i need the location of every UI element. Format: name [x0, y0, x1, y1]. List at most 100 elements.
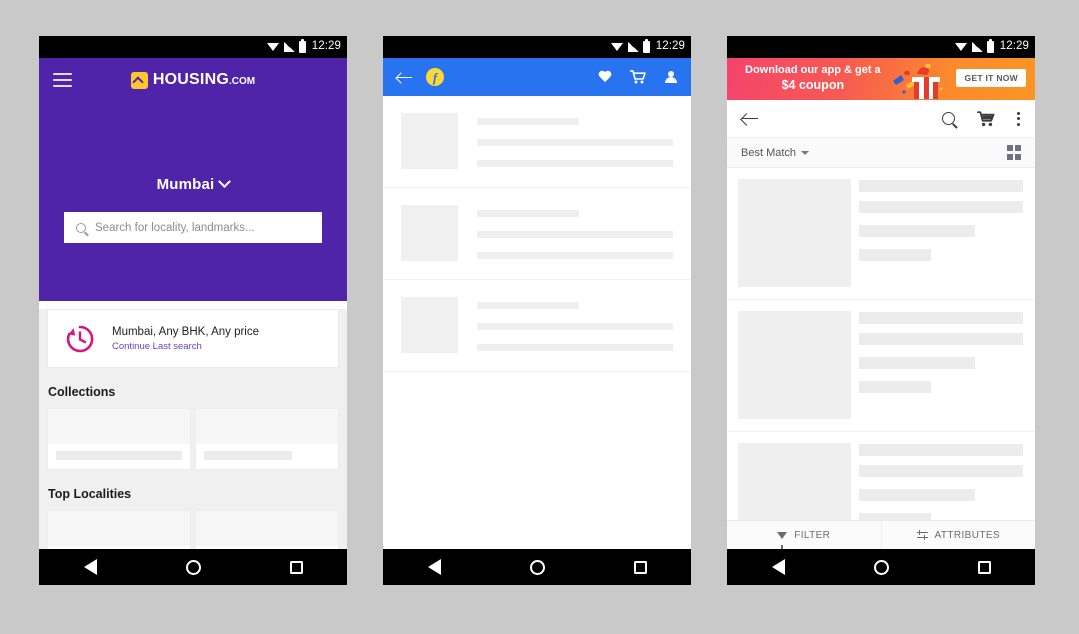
thumbnail-placeholder — [401, 205, 458, 261]
housing-logo: HOUSING.COM — [39, 58, 347, 102]
housing-hero: HOUSING.COM Mumbai Search for locality, … — [39, 58, 347, 301]
app-download-banner[interactable]: Download our app & get a $4 coupon GET I… — [727, 58, 1035, 100]
search-input[interactable]: Search for locality, landmarks... — [64, 212, 322, 243]
list-item[interactable] — [383, 96, 691, 188]
screenshot-stage: 12:29 HOUSING.COM Mumbai Search for loca… — [0, 0, 1079, 634]
chevron-down-icon — [218, 175, 232, 189]
status-bar: 12:29 — [727, 36, 1035, 58]
recent-search-title: Mumbai, Any BHK, Any price — [112, 325, 260, 338]
recents-square-icon[interactable] — [289, 560, 303, 574]
status-bar: 12:29 — [39, 36, 347, 58]
account-person-icon[interactable] — [664, 70, 677, 84]
recents-square-icon[interactable] — [977, 560, 991, 574]
back-arrow-icon[interactable] — [742, 113, 758, 125]
text-placeholder-group — [477, 113, 673, 169]
recent-search-text: Mumbai, Any BHK, Any price Continue Last… — [112, 326, 259, 352]
wifi-icon — [954, 42, 968, 52]
product-skeleton-list — [727, 168, 1035, 564]
housing-content: Mumbai, Any BHK, Any price Continue Last… — [39, 309, 347, 579]
back-triangle-icon[interactable] — [83, 559, 97, 575]
list-item[interactable] — [727, 168, 1035, 300]
attributes-button[interactable]: ATTRIBUTES — [880, 521, 1036, 549]
banner-text: Download our app & get a $4 coupon — [727, 64, 881, 93]
home-circle-icon[interactable] — [873, 559, 889, 575]
text-placeholder-group — [477, 205, 673, 261]
battery-icon — [642, 39, 650, 53]
thumbnail-placeholder — [738, 311, 851, 419]
phone-3-shopping: 12:29 Download our app & get a $4 coupon — [727, 36, 1035, 585]
thumbnail-placeholder — [401, 297, 458, 353]
back-triangle-icon[interactable] — [771, 559, 785, 575]
text-placeholder-group — [859, 311, 1023, 419]
phone-1-housing: 12:29 HOUSING.COM Mumbai Search for loca… — [39, 36, 347, 585]
cart-icon[interactable] — [977, 110, 995, 127]
city-label: Mumbai — [156, 176, 215, 193]
search-icon[interactable] — [942, 112, 955, 125]
signal-icon — [283, 42, 295, 52]
sort-dropdown[interactable]: Best Match — [741, 147, 810, 159]
status-time: 12:29 — [999, 40, 1029, 53]
attributes-sliders-icon — [916, 529, 928, 541]
funnel-icon — [777, 531, 788, 549]
recent-search-card[interactable]: Mumbai, Any BHK, Any price Continue Last… — [47, 309, 339, 368]
city-selector[interactable]: Mumbai — [39, 175, 347, 193]
status-time: 12:29 — [311, 40, 341, 53]
phone-2-flipkart: 12:29 f — [383, 36, 691, 585]
battery-icon — [298, 39, 306, 53]
collection-card[interactable] — [47, 408, 191, 470]
history-clock-icon — [66, 325, 94, 352]
search-icon — [76, 222, 86, 233]
signal-icon — [971, 42, 983, 52]
list-item[interactable] — [383, 188, 691, 280]
section-title-collections: Collections — [48, 385, 116, 399]
flipkart-logo-icon[interactable]: f — [426, 68, 444, 86]
gift-box-icon — [893, 63, 943, 99]
list-item[interactable] — [727, 300, 1035, 432]
app-bar-actions — [942, 110, 1020, 127]
flipkart-app-bar: f — [383, 58, 691, 96]
wifi-icon — [266, 42, 280, 52]
search-placeholder: Search for locality, landmarks... — [95, 221, 255, 234]
recents-square-icon[interactable] — [633, 560, 647, 574]
cart-icon[interactable] — [630, 70, 646, 84]
filter-button[interactable]: FILTER — [727, 521, 881, 549]
section-title-top-localities: Top Localities — [48, 487, 132, 501]
list-item[interactable] — [383, 280, 691, 372]
get-it-now-button[interactable]: GET IT NOW — [956, 69, 1026, 87]
back-arrow-icon[interactable] — [397, 72, 412, 83]
home-circle-icon[interactable] — [529, 559, 545, 575]
text-placeholder-group — [477, 297, 673, 353]
status-bar: 12:29 — [383, 36, 691, 58]
hamburger-menu-icon[interactable] — [53, 73, 72, 87]
continue-last-search-link[interactable]: Continue Last search — [112, 341, 259, 352]
android-nav-bar — [383, 549, 691, 585]
dropdown-caret-icon — [801, 150, 810, 155]
android-nav-bar — [39, 549, 347, 585]
product-skeleton-list — [383, 96, 691, 372]
wishlist-heart-icon[interactable] — [598, 71, 612, 84]
grid-view-icon[interactable] — [1006, 145, 1021, 160]
text-placeholder-group — [859, 179, 1023, 287]
bottom-action-bar: FILTER ATTRIBUTES — [727, 520, 1035, 549]
housing-roof-icon — [130, 71, 148, 89]
android-nav-bar — [727, 549, 1035, 585]
home-circle-icon[interactable] — [185, 559, 201, 575]
collection-card[interactable] — [195, 408, 339, 470]
filter-label: FILTER — [794, 529, 831, 541]
banner-line-1: Download our app & get a — [745, 64, 881, 77]
battery-icon — [986, 39, 994, 53]
thumbnail-placeholder — [401, 113, 458, 169]
signal-icon — [627, 42, 639, 52]
status-time: 12:29 — [655, 40, 685, 53]
shopping-app-bar — [727, 100, 1035, 138]
more-vertical-icon[interactable] — [1017, 111, 1020, 126]
attributes-label: ATTRIBUTES — [934, 529, 1000, 541]
app-bar-actions — [598, 70, 677, 84]
back-triangle-icon[interactable] — [427, 559, 441, 575]
wifi-icon — [610, 42, 624, 52]
housing-app-bar: HOUSING.COM — [39, 58, 347, 102]
sort-bar: Best Match — [727, 138, 1035, 168]
collections-card-row — [39, 408, 347, 470]
housing-logo-text: HOUSING.COM — [152, 71, 256, 88]
thumbnail-placeholder — [738, 179, 851, 287]
